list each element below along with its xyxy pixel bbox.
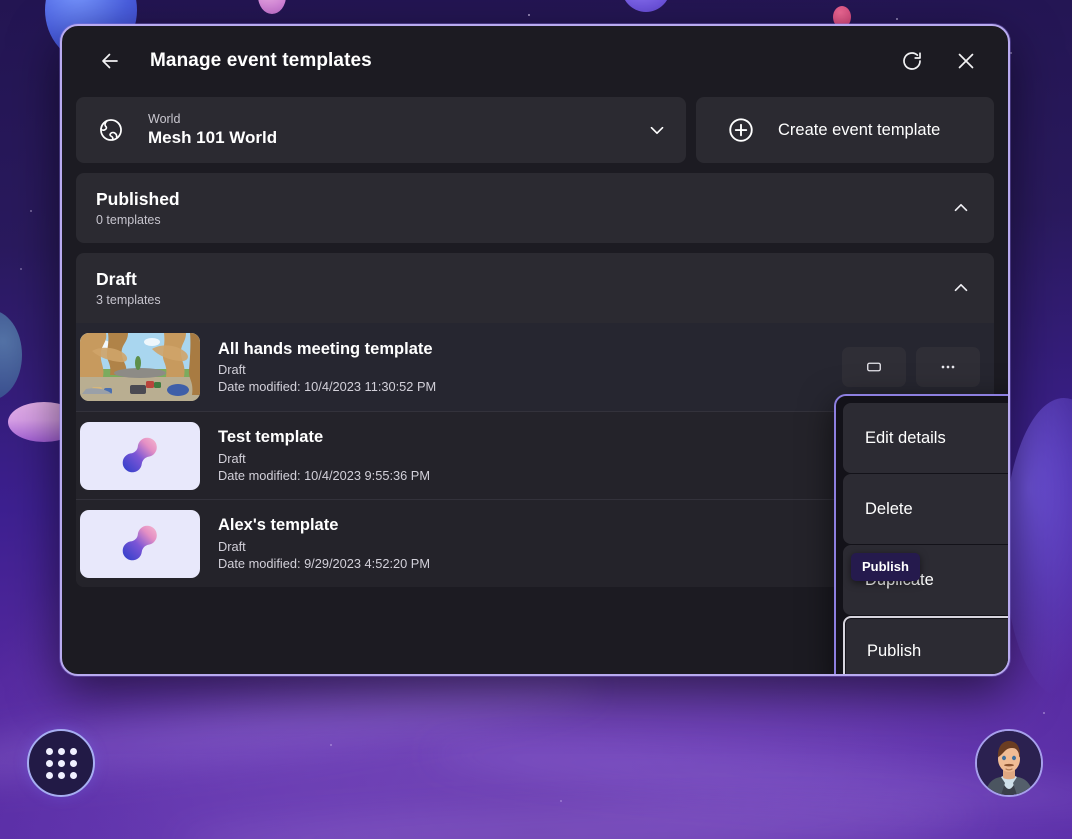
world-selector-text: World Mesh 101 World xyxy=(148,112,277,148)
world-selector[interactable]: World Mesh 101 World xyxy=(76,97,686,163)
back-arrow-icon xyxy=(102,53,118,69)
chevron-up-icon[interactable] xyxy=(950,277,972,299)
decorative-star xyxy=(1043,712,1045,714)
rectangle-icon xyxy=(867,362,881,372)
section-published-titles: Published 0 templates xyxy=(96,189,180,228)
apps-grid-dot xyxy=(57,771,65,779)
template-action-more[interactable] xyxy=(916,347,980,387)
decorative-star xyxy=(528,14,530,16)
chevron-down-icon xyxy=(646,119,668,141)
mesh-logo-icon xyxy=(122,525,157,560)
section-published-header[interactable]: Published 0 templates xyxy=(76,173,994,243)
context-menu-item-edit-details[interactable]: Edit details xyxy=(843,403,1008,473)
section-draft-title: Draft xyxy=(96,268,137,289)
decorative-star xyxy=(30,210,32,212)
context-menu-item-delete[interactable]: Delete xyxy=(843,474,1008,544)
decorative-sphere-rightglow xyxy=(1004,398,1072,698)
template-name: Test template xyxy=(218,428,324,447)
template-info: Alex's template Draft Date modified: 9/2… xyxy=(218,515,430,572)
template-date-modified: Date modified: 9/29/2023 4:52:20 PM xyxy=(218,555,430,571)
close-button[interactable] xyxy=(946,41,986,81)
decorative-sphere-violet xyxy=(621,0,671,12)
panel-header: Manage event templates xyxy=(62,26,1008,96)
world-scene-thumbnail xyxy=(80,333,200,401)
panel-toolbar: World Mesh 101 World Create event templa… xyxy=(62,97,1008,163)
create-event-template-label: Create event template xyxy=(778,120,941,139)
template-action-primary[interactable] xyxy=(842,347,906,387)
section-published-title: Published xyxy=(96,188,180,209)
refresh-icon xyxy=(903,52,921,70)
template-status: Draft xyxy=(218,538,246,554)
template-name: All hands meeting template xyxy=(218,339,433,358)
apps-grid-dot xyxy=(69,759,77,767)
section-draft-header[interactable]: Draft 3 templates xyxy=(76,253,994,323)
section-published: Published 0 templates xyxy=(76,173,994,243)
apps-grid-dot xyxy=(69,747,77,755)
back-button[interactable] xyxy=(90,41,130,81)
mesh-logo-thumbnail xyxy=(80,421,200,490)
globe-icon xyxy=(96,116,126,144)
user-avatar-image xyxy=(977,731,1041,795)
template-context-menu: Edit details Delete Duplicate Publish xyxy=(834,394,1008,674)
decorative-star xyxy=(20,268,22,270)
template-name: Alex's template xyxy=(218,516,339,535)
header-actions xyxy=(892,41,986,81)
close-icon xyxy=(958,53,974,69)
page-title: Manage event templates xyxy=(150,50,372,71)
context-menu-item-publish[interactable]: Publish xyxy=(843,616,1008,674)
section-draft-titles: Draft 3 templates xyxy=(96,269,161,308)
more-options-icon xyxy=(941,365,955,369)
template-date-modified: Date modified: 10/4/2023 11:30:52 PM xyxy=(218,379,437,395)
avatar[interactable] xyxy=(975,729,1043,797)
chevron-up-icon[interactable] xyxy=(950,197,972,219)
decorative-sphere-teal xyxy=(0,310,22,400)
decorative-star xyxy=(896,18,898,20)
world-selector-value: Mesh 101 World xyxy=(148,128,278,148)
apps-grid-dot xyxy=(45,759,53,767)
decorative-star xyxy=(330,744,332,746)
create-event-template-button[interactable]: Create event template xyxy=(696,97,994,163)
decorative-sphere-pink xyxy=(258,0,286,14)
publish-tooltip: Publish xyxy=(851,553,920,581)
plus-circle-icon xyxy=(726,115,756,145)
decorative-star xyxy=(1010,52,1012,54)
apps-grid-dot xyxy=(45,771,53,779)
apps-grid-dot xyxy=(57,747,65,755)
apps-grid-dot xyxy=(57,759,65,767)
template-status: Draft xyxy=(218,362,246,378)
template-date-modified: Date modified: 10/4/2023 9:55:36 PM xyxy=(218,467,430,483)
mesh-logo-icon xyxy=(122,437,157,472)
template-status: Draft xyxy=(218,450,246,466)
template-info: All hands meeting template Draft Date mo… xyxy=(218,339,436,396)
template-info: Test template Draft Date modified: 10/4/… xyxy=(218,427,430,484)
apps-grid-dot xyxy=(45,747,53,755)
apps-grid-dot xyxy=(69,771,77,779)
apps-grid-icon[interactable] xyxy=(27,729,95,797)
mesh-logo-thumbnail xyxy=(80,509,200,578)
world-selector-label: World xyxy=(148,112,181,127)
section-draft-count: 3 templates xyxy=(96,292,161,307)
decorative-star xyxy=(560,800,562,802)
template-row-actions xyxy=(842,347,980,387)
section-published-count: 0 templates xyxy=(96,212,161,227)
refresh-button[interactable] xyxy=(892,41,932,81)
decorative-streak-1 xyxy=(0,656,601,804)
